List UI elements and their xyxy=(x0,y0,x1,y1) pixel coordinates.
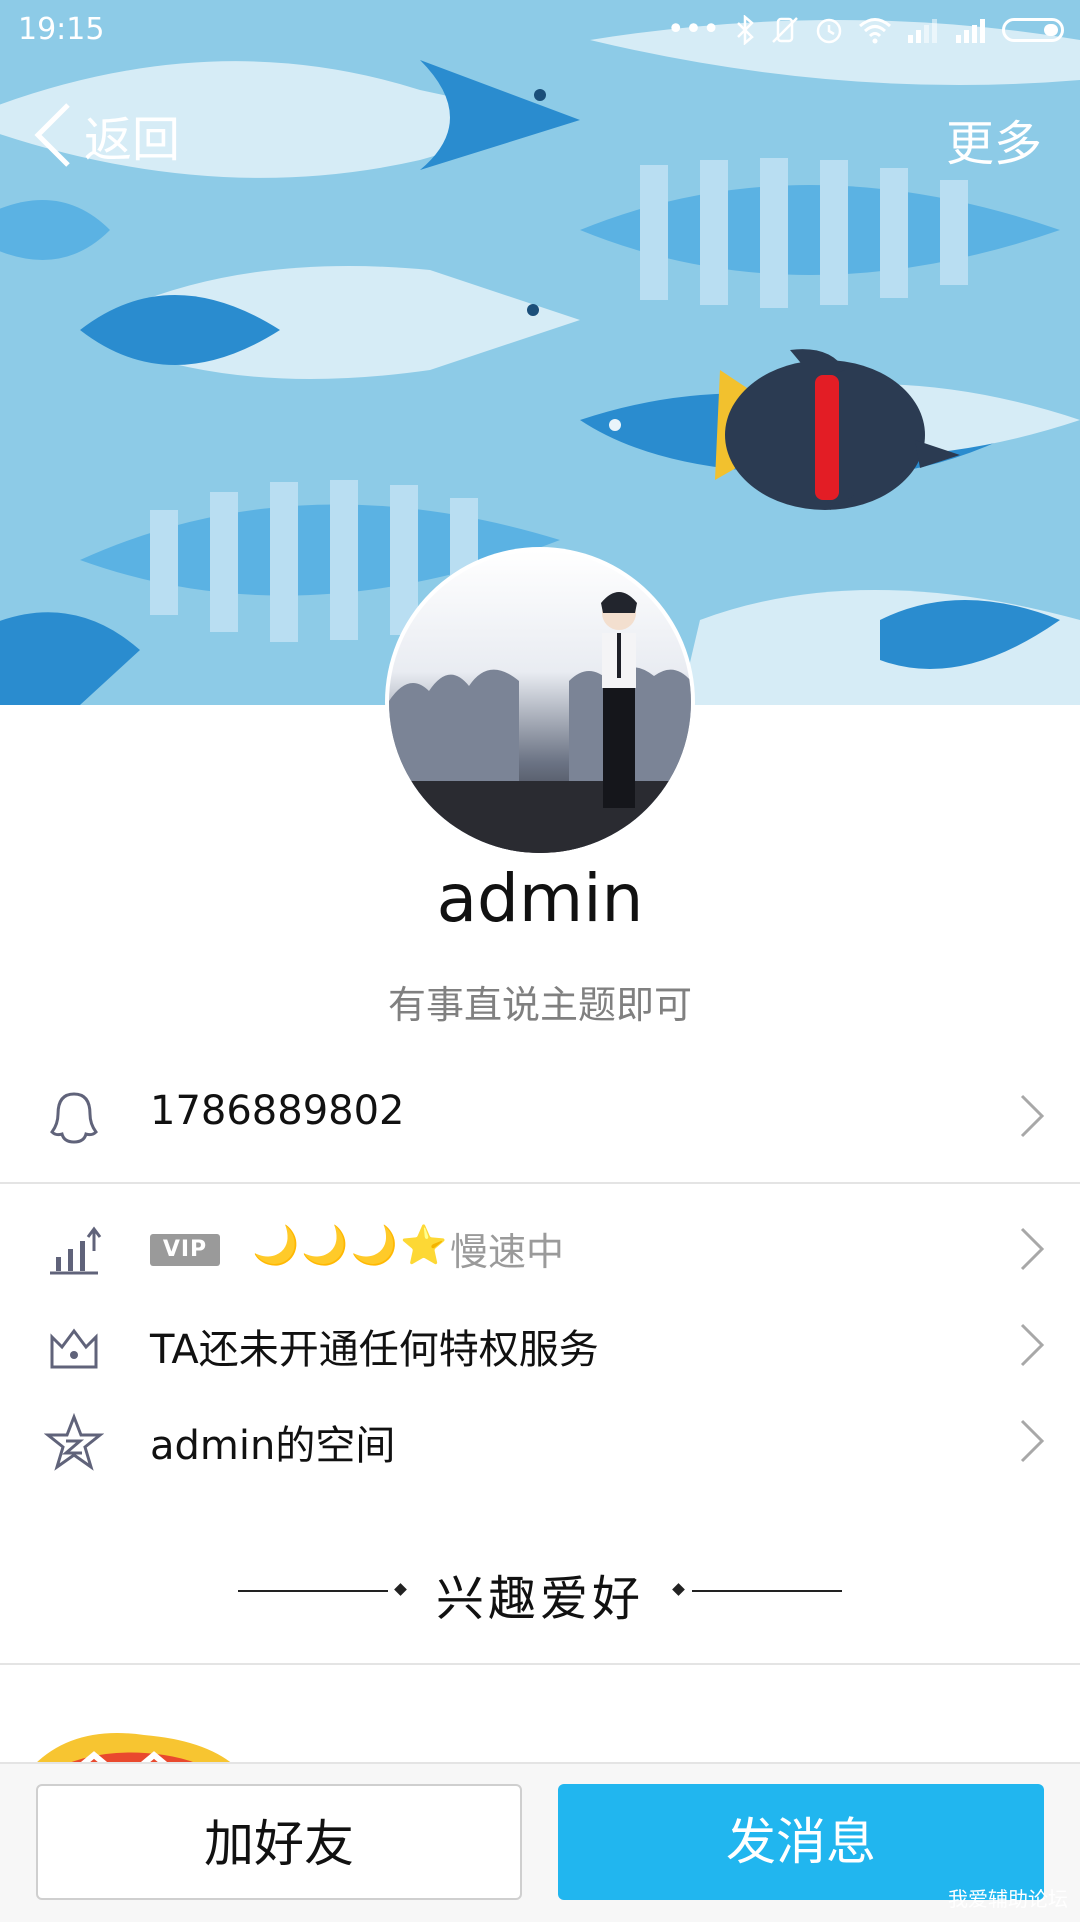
more-button[interactable]: 更多 xyxy=(946,104,1042,174)
interests-title: 兴趣爱好 xyxy=(435,1571,644,1627)
chevron-right-icon xyxy=(1020,1323,1045,1367)
watermark: 我爱辅助论坛 xyxy=(948,1887,1068,1911)
chevron-left-icon xyxy=(34,103,70,167)
penguin-icon xyxy=(50,1092,98,1144)
divider xyxy=(0,1182,1080,1184)
bottom-action-bar: 加好友 发消息 我爱辅助论坛 xyxy=(0,1762,1080,1922)
battery-icon xyxy=(1002,17,1064,42)
avatar-image xyxy=(389,551,691,853)
vibrate-off-icon xyxy=(772,16,798,43)
back-button[interactable]: 返回 xyxy=(30,100,180,170)
level-row[interactable]: VIP 🌙🌙🌙⭐ 慢速中 xyxy=(0,1201,1080,1297)
bluetooth-icon xyxy=(737,14,754,45)
chevron-right-icon xyxy=(1020,1094,1045,1138)
qzone-text: admin的空间 xyxy=(150,1423,396,1469)
level-icons: 🌙🌙🌙⭐ xyxy=(252,1223,450,1267)
level-status: 慢速中 xyxy=(450,1230,565,1274)
vip-badge: VIP xyxy=(150,1234,220,1266)
status-icons: ••• xyxy=(667,12,1064,47)
crown-icon xyxy=(50,1328,98,1369)
qzone-row[interactable]: admin的空间 xyxy=(0,1393,1080,1489)
avatar[interactable] xyxy=(389,551,691,853)
divider xyxy=(0,1663,1080,1665)
chevron-right-icon xyxy=(1020,1419,1045,1463)
signal-icon xyxy=(908,18,937,43)
qq-number-row[interactable]: 1786889802 xyxy=(0,1068,1080,1164)
qzone-star-icon xyxy=(44,1413,104,1471)
add-friend-button[interactable]: 加好友 xyxy=(36,1784,522,1900)
back-label: 返回 xyxy=(84,112,181,168)
status-time: 19:15 xyxy=(18,12,105,47)
privilege-row[interactable]: TA还未开通任何特权服务 xyxy=(0,1297,1080,1393)
divider-line xyxy=(692,1590,842,1592)
level-up-icon xyxy=(50,1226,102,1275)
chevron-right-icon xyxy=(1020,1227,1045,1271)
more-dots-icon: ••• xyxy=(666,12,720,47)
privilege-text: TA还未开通任何特权服务 xyxy=(150,1327,599,1373)
interests-header: 兴趣爱好 xyxy=(0,1555,1080,1627)
qq-number: 1786889802 xyxy=(150,1088,405,1134)
top-nav: 返回 更多 xyxy=(0,90,1080,180)
profile-signature: 有事直说主题即可 xyxy=(387,983,692,1027)
status-bar: 19:15 ••• xyxy=(0,0,1080,62)
signal-icon xyxy=(956,18,985,43)
wifi-icon xyxy=(859,17,891,43)
profile-name: admin xyxy=(436,860,644,937)
alarm-icon xyxy=(816,18,842,43)
